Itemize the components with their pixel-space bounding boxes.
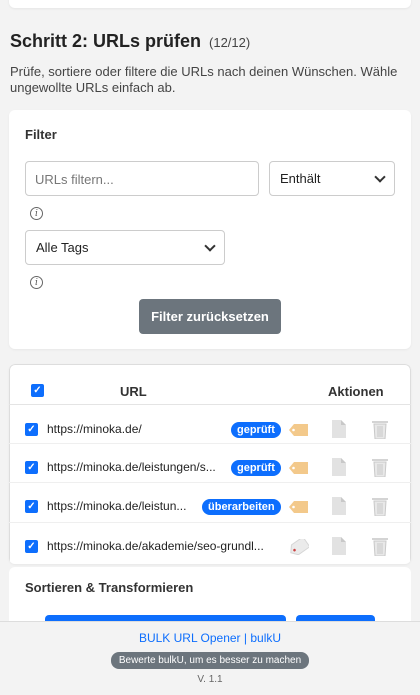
document-icon[interactable] [332, 458, 346, 476]
row-checkbox[interactable]: ✓ [25, 423, 38, 436]
column-header-actions: Aktionen [328, 384, 384, 399]
page-title: Schritt 2: URLs prüfen [10, 31, 202, 51]
trash-icon[interactable] [371, 496, 389, 516]
tags-select-value: Alle Tags [36, 240, 89, 255]
status-badge[interactable]: geprüft [231, 422, 281, 438]
version-label: V. 1.1 [197, 674, 223, 685]
chevron-down-icon [374, 170, 386, 183]
row-url[interactable]: https://minoka.de/akademie/seo-grundl... [47, 539, 271, 553]
select-all-checkbox[interactable]: ✓ [31, 384, 44, 397]
filter-card: Filter URLs filtern... Enthält i Alle Ta… [9, 110, 411, 349]
footer-link[interactable]: BULK URL Opener | bulkU [0, 631, 420, 645]
rate-button[interactable]: Bewerte bulkU, um es besser zu machen [111, 652, 309, 669]
status-badge[interactable]: überarbeiten [202, 499, 281, 515]
url-count: (12/12) [209, 35, 251, 50]
match-mode-select[interactable]: Enthält [269, 161, 395, 196]
row-checkbox[interactable]: ✓ [25, 500, 38, 513]
chevron-down-icon [204, 239, 216, 252]
step-description: Prüfe, sortiere oder filtere die URLs na… [10, 64, 398, 95]
tag-icon[interactable] [289, 501, 309, 513]
sort-transform-heading: Sortieren & Transformieren [25, 580, 194, 595]
document-icon[interactable] [332, 537, 346, 555]
row-url[interactable]: https://minoka.de/leistungen/s... [47, 460, 223, 474]
tag-icon[interactable] [289, 424, 309, 436]
document-icon[interactable] [332, 420, 346, 438]
column-header-url: URL [120, 384, 147, 399]
status-badge[interactable]: geprüft [231, 460, 281, 476]
step-header: Schritt 2: URLs prüfen (12/12) [10, 31, 250, 52]
row-checkbox[interactable]: ✓ [25, 461, 38, 474]
info-icon[interactable]: i [30, 207, 43, 220]
sort-transform-card: Sortieren & Transformieren [9, 567, 411, 627]
row-checkbox[interactable]: ✓ [25, 540, 38, 553]
trash-icon[interactable] [371, 419, 389, 439]
url-table: ✓ URL Aktionen ✓ https://minoka.de/ gepr… [9, 364, 411, 564]
match-mode-value: Enthält [280, 171, 321, 186]
row-url[interactable]: https://minoka.de/leistun... [47, 499, 195, 513]
filter-heading: Filter [25, 127, 57, 142]
row-url[interactable]: https://minoka.de/ [47, 422, 227, 436]
document-icon[interactable] [332, 497, 346, 515]
trash-icon[interactable] [371, 536, 389, 556]
info-icon[interactable]: i [30, 276, 43, 289]
url-filter-input[interactable]: URLs filtern... [25, 161, 259, 196]
tag-grey-icon[interactable] [289, 539, 309, 555]
trash-icon[interactable] [371, 457, 389, 477]
previous-section-card [9, 0, 411, 8]
tag-icon[interactable] [289, 462, 309, 474]
reset-filter-button[interactable]: Filter zurücksetzen [139, 299, 281, 334]
tags-select[interactable]: Alle Tags [25, 230, 225, 265]
footer: BULK URL Opener | bulkU Bewerte bulkU, u… [0, 621, 420, 695]
